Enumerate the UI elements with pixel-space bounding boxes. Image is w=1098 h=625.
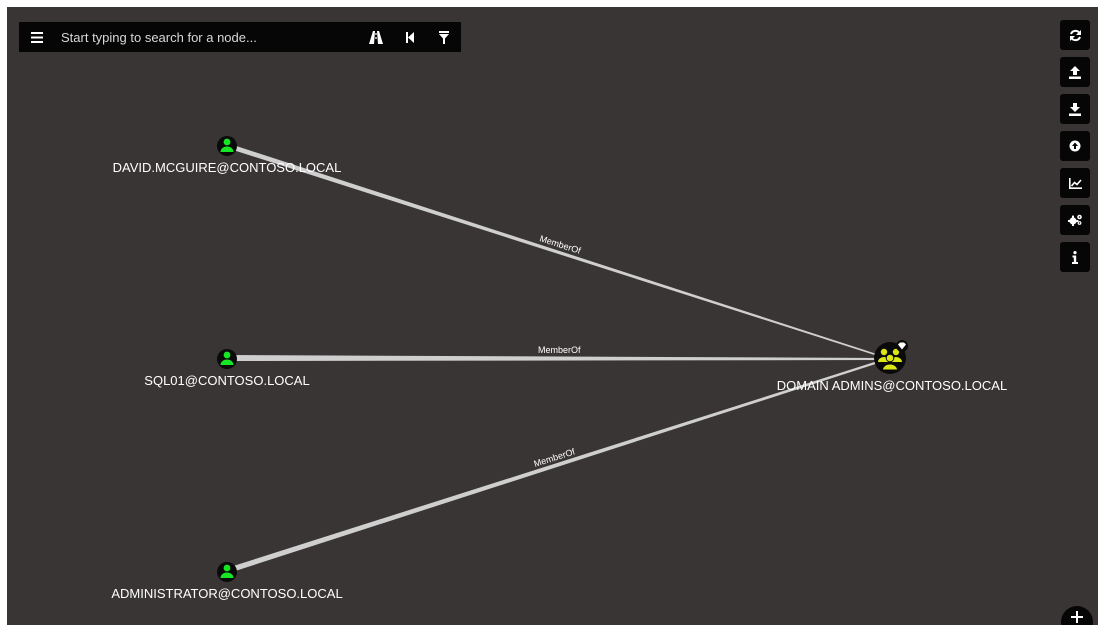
graph-canvas[interactable]: MemberOf MemberOf MemberOf DAVID.MCGUIRE… — [7, 7, 1098, 625]
edges — [227, 143, 888, 573]
right-toolbar — [1060, 20, 1090, 279]
upload-button[interactable] — [1060, 57, 1090, 87]
pathfinding-button[interactable] — [359, 22, 393, 52]
chart-icon — [1068, 177, 1082, 189]
search-bar — [19, 22, 461, 52]
screen: MemberOf MemberOf MemberOf DAVID.MCGUIRE… — [0, 0, 1098, 625]
node-sql01[interactable]: SQL01@CONTOSO.LOCAL — [144, 349, 310, 388]
menu-button[interactable] — [19, 22, 55, 52]
back-button[interactable] — [393, 22, 427, 52]
search-input[interactable] — [55, 23, 359, 51]
info-button[interactable] — [1060, 242, 1090, 272]
node-domain-admins[interactable]: DOMAIN ADMINS@CONTOSO.LOCAL — [777, 340, 1007, 393]
graph-view[interactable]: MemberOf MemberOf MemberOf DAVID.MCGUIRE… — [7, 7, 1098, 625]
edge-david-domainadmins[interactable] — [227, 143, 887, 359]
upload-data-button[interactable] — [1060, 131, 1090, 161]
info-icon — [1072, 250, 1078, 264]
node-david[interactable]: DAVID.MCGUIRE@CONTOSO.LOCAL — [113, 136, 342, 175]
settings-button[interactable] — [1060, 205, 1090, 235]
edge-label: MemberOf — [538, 345, 581, 355]
node-label: ADMINISTRATOR@CONTOSO.LOCAL — [111, 586, 342, 601]
high-value-diamond-icon — [896, 340, 908, 352]
menu-icon — [31, 31, 43, 43]
refresh-button[interactable] — [1060, 20, 1090, 50]
node-label: DAVID.MCGUIRE@CONTOSO.LOCAL — [113, 160, 342, 175]
plus-icon — [1071, 611, 1083, 623]
back-icon — [406, 31, 414, 43]
filter-icon — [439, 30, 449, 44]
pathfinding-icon — [369, 30, 383, 44]
node-label: DOMAIN ADMINS@CONTOSO.LOCAL — [777, 378, 1007, 393]
upload-circle-icon — [1069, 140, 1081, 152]
settings-icon — [1067, 214, 1082, 226]
filter-button[interactable] — [427, 22, 461, 52]
edge-sql01-domainadmins[interactable] — [229, 355, 887, 361]
download-button[interactable] — [1060, 94, 1090, 124]
download-icon — [1069, 102, 1081, 116]
analysis-button[interactable] — [1060, 168, 1090, 198]
node-administrator[interactable]: ADMINISTRATOR@CONTOSO.LOCAL — [111, 562, 343, 601]
refresh-icon — [1069, 29, 1081, 41]
upload-icon — [1069, 65, 1081, 79]
node-label: SQL01@CONTOSO.LOCAL — [144, 373, 309, 388]
